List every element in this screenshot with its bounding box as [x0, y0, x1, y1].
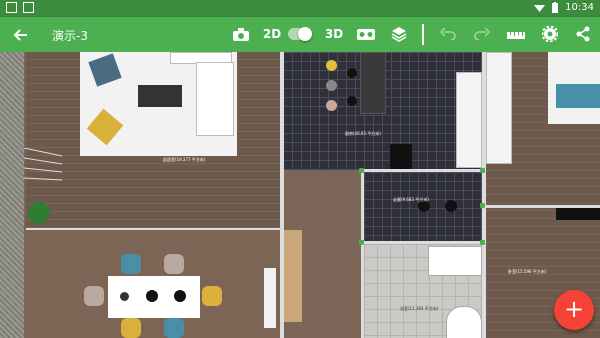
bathtub[interactable]: [428, 246, 482, 276]
vr-headset-icon: [357, 28, 375, 40]
layers-icon: [391, 27, 407, 42]
battery-icon: [552, 2, 559, 13]
redo-icon: [474, 28, 490, 40]
room-label-bedroom: 卧室(15.596 平方米): [508, 269, 547, 274]
dining-chair[interactable]: [164, 254, 184, 274]
plate: [146, 290, 158, 302]
exterior-ground: [0, 52, 24, 338]
selection-handle[interactable]: [480, 203, 485, 208]
back-arrow-icon[interactable]: [10, 24, 32, 46]
doorway[interactable]: [284, 230, 302, 322]
room-label-bathroom: 浴室(11.364 平方米): [400, 306, 439, 311]
share-icon: [576, 26, 590, 42]
plant[interactable]: [28, 202, 50, 224]
selection-handle[interactable]: [480, 240, 485, 245]
status-time: 10:34: [565, 2, 594, 13]
ruler-icon: [507, 32, 525, 39]
bar-stool[interactable]: [326, 60, 337, 71]
window-fan-icon: [24, 148, 63, 181]
gear-icon: [542, 26, 558, 42]
dining-chair[interactable]: [202, 286, 222, 306]
vr-button[interactable]: [356, 23, 376, 45]
wall[interactable]: [486, 205, 600, 208]
settings-button[interactable]: [540, 23, 560, 45]
coffee-table[interactable]: [138, 85, 182, 107]
bed-blanket: [556, 84, 600, 108]
dining-chair[interactable]: [164, 318, 184, 338]
app-notification-icon: [6, 2, 17, 13]
mode-3d-label[interactable]: 3D: [324, 23, 344, 45]
tv-stand[interactable]: [556, 206, 600, 220]
plate: [120, 292, 129, 301]
project-title: 演示-3: [52, 29, 88, 43]
camera-icon: [233, 27, 249, 41]
kitchen-island[interactable]: [360, 52, 386, 114]
ceiling-light: [445, 200, 457, 212]
settings-notification-icon: [23, 2, 34, 13]
selection-handle[interactable]: [480, 168, 485, 173]
toilet[interactable]: [446, 306, 482, 338]
wifi-icon: [534, 5, 546, 12]
floor-plan-canvas[interactable]: 起居室(19.377 平方米) 厨房(40.65 平方米) 走廊(9.683 平…: [0, 52, 600, 338]
plate: [174, 290, 186, 302]
wall[interactable]: [482, 52, 486, 338]
add-button[interactable]: +: [554, 290, 594, 330]
bar-stool[interactable]: [326, 100, 337, 111]
toolbar-divider: [422, 24, 424, 45]
selection-handle[interactable]: [359, 240, 364, 245]
sofa[interactable]: [196, 62, 234, 136]
room-label-hall: 走廊(9.683 平方米): [393, 197, 429, 202]
layers-button[interactable]: [389, 23, 409, 45]
undo-icon: [440, 28, 456, 40]
undo-button[interactable]: [438, 23, 458, 45]
dining-chair[interactable]: [84, 286, 104, 306]
redo-button[interactable]: [472, 23, 492, 45]
ruler-button[interactable]: [506, 23, 526, 45]
bar-stool[interactable]: [326, 80, 337, 91]
app-toolbar: 演示-3 2D 3D: [0, 17, 600, 52]
add-icon: +: [563, 295, 585, 323]
refrigerator[interactable]: [390, 144, 412, 170]
plate: [347, 96, 357, 106]
plate: [347, 68, 357, 78]
wardrobe[interactable]: [486, 52, 512, 164]
room-label-living: 起居室(19.377 平方米): [163, 157, 206, 162]
selection-handle[interactable]: [359, 168, 364, 173]
kitchen-counter[interactable]: [456, 72, 482, 168]
wall[interactable]: [361, 241, 485, 244]
wall[interactable]: [361, 169, 364, 338]
wall[interactable]: [361, 169, 485, 172]
mode-2d-label[interactable]: 2D: [262, 23, 282, 45]
sideboard[interactable]: [264, 268, 276, 328]
camera-button[interactable]: [232, 23, 250, 45]
toggle-knob: [298, 27, 312, 41]
share-button[interactable]: [573, 23, 593, 45]
dining-chair[interactable]: [121, 254, 141, 274]
room-label-kitchen: 厨房(40.65 平方米): [345, 131, 381, 136]
view-mode-toggle[interactable]: [288, 27, 312, 41]
status-bar: 10:34: [0, 0, 600, 17]
dining-chair[interactable]: [121, 318, 141, 338]
